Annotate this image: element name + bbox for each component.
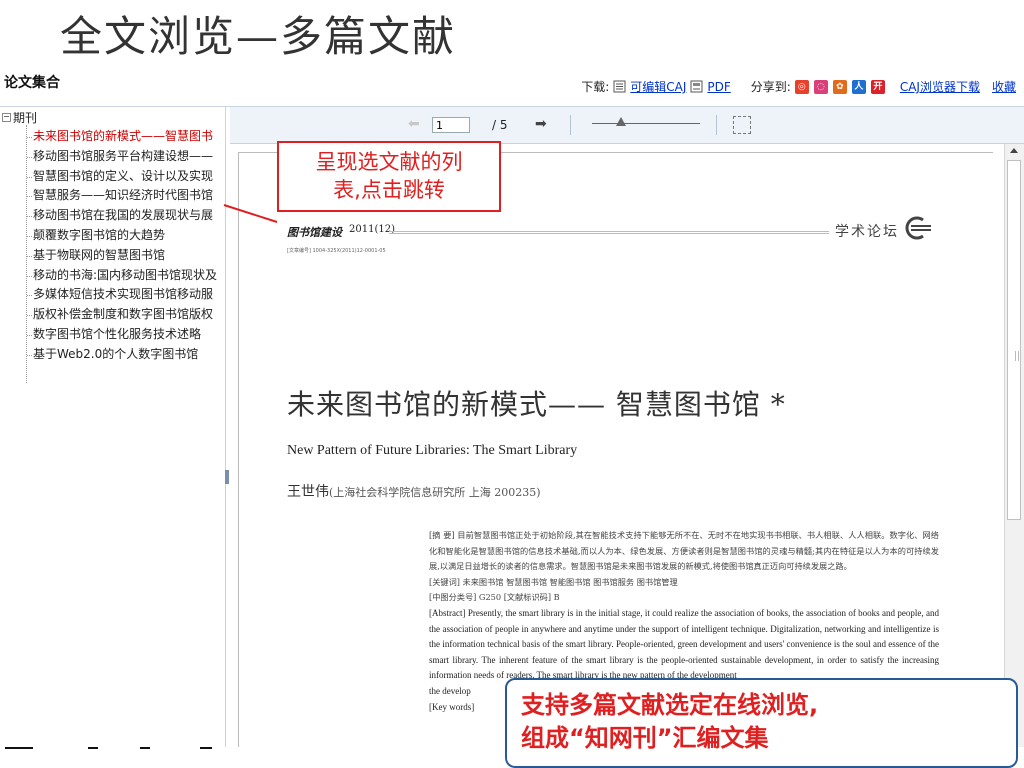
previous-page-button[interactable]: ⬅	[408, 117, 426, 131]
toolbar-divider	[716, 115, 717, 135]
download-label: 下载:	[581, 80, 610, 94]
weibo-share-icon[interactable]: ◎	[794, 79, 809, 94]
classification: [中图分类号] G250 [文献标识码] B	[429, 592, 560, 603]
share-label: 分享到:	[750, 80, 791, 94]
slide-title: 全文浏览—多篇文献	[60, 12, 457, 61]
caj-browser-download-link[interactable]: CAJ浏览器下载	[900, 78, 980, 95]
article-title-en: New Pattern of Future Libraries: The Sma…	[287, 443, 578, 458]
article-title-cn: 未来图书馆的新模式—— 智慧图书馆 *	[287, 388, 786, 421]
abstract-en: [Abstract] Presently, the smart library …	[429, 607, 939, 681]
tree-root-label: 期刊	[13, 111, 38, 125]
renren-share-icon[interactable]: 人	[851, 79, 866, 94]
feature-callout-line1: 支持多篇文献选定在线浏览,	[521, 691, 819, 719]
article-item[interactable]: 移动的书海:国内移动图书馆现状及	[27, 266, 217, 286]
document-page-area: 图书馆建设 2011(12) 学术论坛 [文章编号] 1004-325X(201…	[230, 144, 1004, 747]
sidebar-splitter-handle[interactable]	[225, 470, 229, 484]
article-item[interactable]: 版权补偿金制度和数字图书馆版权	[27, 305, 217, 325]
bottom-strip	[0, 747, 505, 768]
bottom-rule	[200, 747, 212, 749]
favorite-link[interactable]: 收藏	[992, 78, 1016, 95]
vertical-scrollbar[interactable]	[1004, 144, 1024, 747]
article-item[interactable]: 基于物联网的智慧图书馆	[27, 246, 217, 266]
abstract-cn: [摘 要] 目前智慧图书馆正处于初始阶段,其在智能技术支持下能够无所不在、无时不…	[429, 530, 939, 572]
article-item[interactable]: 移动图书馆服务平台构建设想——	[27, 147, 217, 167]
article-tree-sidebar: − 期刊 未来图书馆的新模式——智慧图书 移动图书馆服务平台构建设想—— 智慧图…	[0, 107, 226, 747]
next-page-button[interactable]: ➡	[535, 117, 553, 131]
kaixin001-share-icon[interactable]: 开	[870, 79, 885, 94]
list-callout-line2: 表,点击跳转	[333, 178, 445, 202]
tree-root-journals[interactable]: − 期刊	[2, 109, 37, 126]
download-share-toolbar: 下载: 可编辑CAJ PDF 分享到: ◎ ◌ ✿ 人 开 CAJ浏览器下载 收…	[581, 78, 1016, 95]
article-item[interactable]: 移动图书馆在我国的发展现状与展	[27, 206, 217, 226]
author-line: 王世伟(上海社会科学院信息研究所 上海 200235)	[287, 481, 541, 501]
article-item[interactable]: 智慧服务——知识经济时代图书馆	[27, 186, 217, 206]
page-total: / 5	[492, 118, 508, 132]
app-name: 论文集合	[4, 75, 60, 91]
caj-file-icon	[613, 80, 626, 93]
fit-page-button[interactable]	[733, 116, 751, 134]
author-name: 王世伟	[287, 484, 329, 500]
list-callout-line1: 呈现选文献的列	[315, 150, 463, 174]
keywords-cn: [关键词] 未来图书馆 智慧图书馆 智能图书馆 图书馆服务 图书馆管理	[429, 576, 678, 587]
bottom-rule	[140, 747, 150, 749]
feature-callout-box: 支持多篇文献选定在线浏览, 组成“知网刊”汇编文集	[505, 678, 1018, 768]
collapse-toggle-icon[interactable]: −	[2, 113, 11, 122]
editable-caj-link[interactable]: 可编辑CAJ	[630, 78, 686, 95]
page-number-input[interactable]	[432, 117, 470, 133]
author-affiliation: (上海社会科学院信息研究所 上海 200235)	[329, 486, 541, 499]
scrollbar-grip	[1015, 351, 1019, 361]
document-page: 图书馆建设 2011(12) 学术论坛 [文章编号] 1004-325X(201…	[238, 152, 993, 747]
journal-header-rule	[389, 231, 829, 234]
viewer-toolbar: ⬅ / 5 ➡	[230, 107, 1024, 144]
article-item[interactable]: 数字图书馆个性化服务技术述略	[27, 325, 217, 345]
qzone-share-icon[interactable]: ◌	[813, 79, 828, 94]
feature-callout-line2: 组成“知网刊”汇编文集	[521, 724, 769, 752]
article-number: [文章编号] 1004-325X(2011)12-0001-05	[287, 248, 386, 254]
article-item[interactable]: 未来图书馆的新模式——智慧图书	[27, 127, 217, 147]
section-name: 学术论坛	[835, 224, 899, 240]
bottom-rule	[5, 747, 33, 749]
pdf-file-icon	[690, 80, 703, 93]
bottom-rule	[88, 747, 98, 749]
kaixin-share-icon[interactable]: ✿	[832, 79, 847, 94]
zoom-track	[592, 123, 700, 124]
toolbar-divider	[570, 115, 571, 135]
article-item[interactable]: 多媒体短信技术实现图书馆移动服	[27, 285, 217, 305]
article-item[interactable]: 颠覆数字图书馆的大趋势	[27, 226, 217, 246]
zoom-knob[interactable]	[616, 117, 626, 126]
article-list: 未来图书馆的新模式——智慧图书 移动图书馆服务平台构建设想—— 智慧图书馆的定义…	[27, 127, 217, 365]
scrollbar-thumb[interactable]	[1007, 160, 1021, 520]
article-item[interactable]: 智慧图书馆的定义、设计以及实现	[27, 167, 217, 187]
pdf-link[interactable]: PDF	[707, 80, 730, 94]
article-item[interactable]: 基于Web2.0的个人数字图书馆	[27, 345, 217, 365]
list-callout-box: 呈现选文献的列 表,点击跳转	[277, 141, 501, 212]
header-bar: 论文集合 下载: 可编辑CAJ PDF 分享到: ◎ ◌ ✿ 人 开 CAJ浏览…	[0, 68, 1024, 107]
scroll-up-arrow-icon[interactable]	[1010, 148, 1018, 153]
zoom-slider[interactable]	[592, 117, 700, 127]
journal-logo-icon	[905, 216, 931, 240]
journal-name: 图书馆建设	[287, 226, 342, 239]
